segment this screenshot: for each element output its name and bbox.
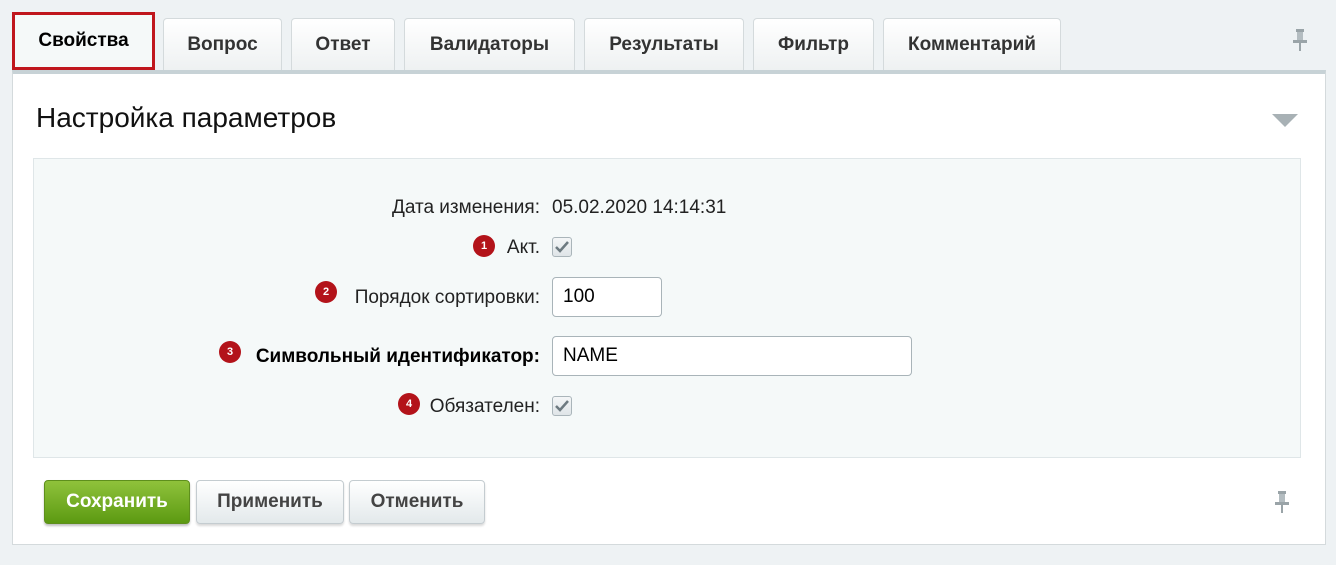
tab-bar: Свойства Вопрос Ответ Валидаторы Результ… bbox=[12, 12, 1336, 70]
step-badge: 2 bbox=[315, 281, 337, 303]
tab-comment[interactable]: Комментарий bbox=[883, 18, 1061, 70]
tab-validators[interactable]: Валидаторы bbox=[404, 18, 575, 70]
pin-icon[interactable] bbox=[1274, 490, 1290, 514]
date-label: Дата изменения: bbox=[391, 197, 540, 218]
date-value: 05.02.2020 14:14:31 bbox=[552, 197, 727, 218]
form-area: Дата изменения: 05.02.2020 14:14:31 1 Ак… bbox=[33, 158, 1301, 458]
required-label: Обязателен: bbox=[429, 396, 540, 417]
code-label: Символьный идентификатор: bbox=[255, 346, 540, 367]
checkmark-icon bbox=[555, 241, 569, 253]
save-button[interactable]: Сохранить bbox=[44, 480, 190, 524]
triangle-down-icon[interactable] bbox=[1272, 114, 1298, 128]
settings-panel: Настройка параметров Дата изменения: 05.… bbox=[12, 70, 1326, 545]
required-checkbox[interactable] bbox=[552, 396, 572, 416]
step-badge: 3 bbox=[219, 341, 241, 363]
sort-label: Порядок сортировки: bbox=[354, 287, 540, 308]
sort-input[interactable] bbox=[552, 277, 662, 317]
tab-question[interactable]: Вопрос bbox=[163, 18, 282, 70]
tab-filter[interactable]: Фильтр bbox=[753, 18, 874, 70]
active-label: Акт. bbox=[506, 237, 540, 258]
code-input[interactable] bbox=[552, 336, 912, 376]
tab-answer[interactable]: Ответ bbox=[291, 18, 395, 70]
panel-title: Настройка параметров bbox=[36, 102, 337, 133]
checkmark-icon bbox=[555, 400, 569, 412]
apply-button[interactable]: Применить bbox=[196, 480, 344, 524]
tab-properties[interactable]: Свойства bbox=[12, 12, 155, 70]
step-badge: 4 bbox=[398, 393, 420, 415]
tab-results[interactable]: Результаты bbox=[584, 18, 744, 70]
pin-icon[interactable] bbox=[1292, 28, 1308, 52]
cancel-button[interactable]: Отменить bbox=[349, 480, 485, 524]
active-checkbox[interactable] bbox=[552, 237, 572, 257]
step-badge: 1 bbox=[473, 235, 495, 257]
